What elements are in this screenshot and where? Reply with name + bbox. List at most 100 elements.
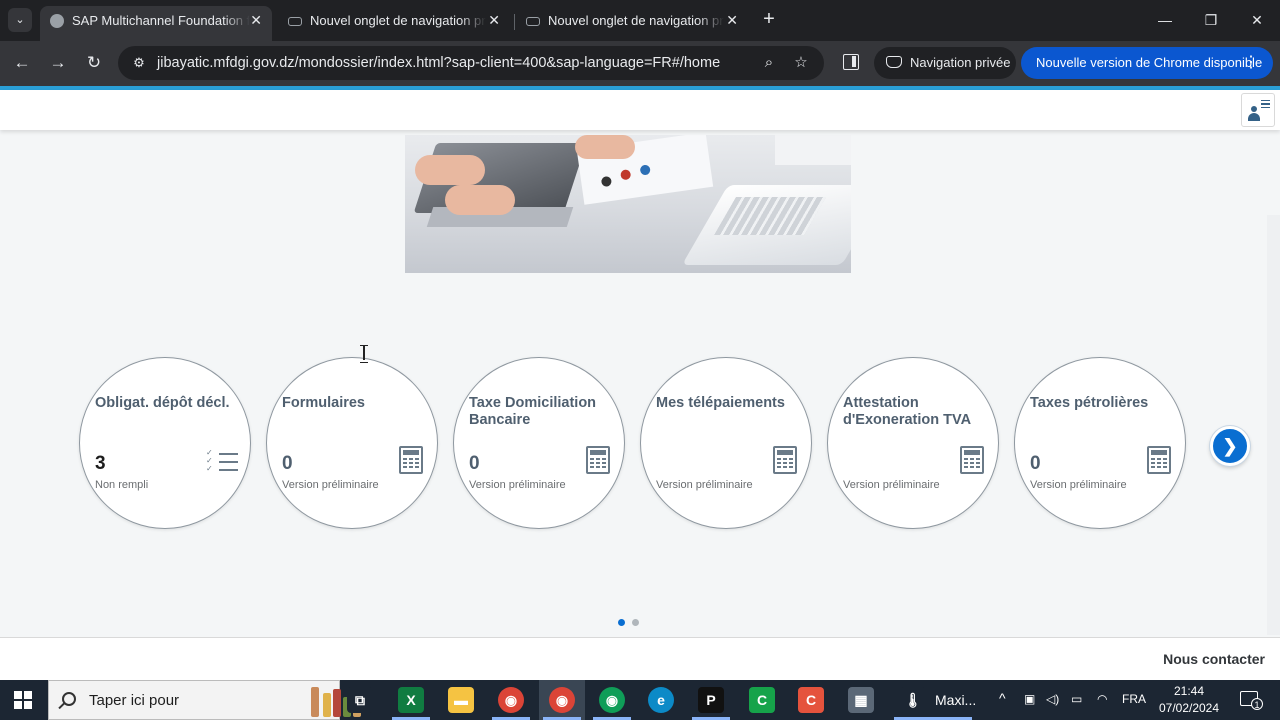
tile-taxe-domiciliation[interactable]: Taxe Domiciliation Bancaire 0 Version pr… bbox=[453, 357, 625, 529]
tile-subtitle: Version préliminaire bbox=[469, 479, 566, 491]
url-text[interactable]: jibayatic.mfdgi.gov.dz/mondossier/index.… bbox=[157, 46, 720, 80]
battery-icon[interactable]: ▭ bbox=[1071, 692, 1082, 706]
restore-icon[interactable]: ❐ bbox=[1196, 8, 1226, 32]
tab-incognito-2[interactable]: Nouvel onglet de navigation pr ✕ bbox=[516, 6, 748, 41]
tile-telepaiements[interactable]: Mes télépaiements Version préliminaire bbox=[640, 357, 812, 529]
contact-link[interactable]: Nous contacter bbox=[1163, 651, 1265, 667]
taskbar-search-box[interactable]: Taper ici pour bbox=[48, 680, 361, 720]
page-footer: Nous contacter bbox=[0, 637, 1280, 680]
tile-subtitle: Version préliminaire bbox=[656, 479, 753, 491]
camtasia-icon[interactable]: C bbox=[749, 687, 775, 713]
incognito-icon bbox=[526, 17, 540, 26]
tile-taxes-petrolieres[interactable]: Taxes pétrolières 0 Version préliminaire bbox=[1014, 357, 1186, 529]
taskbar-search-placeholder: Taper ici pour bbox=[89, 692, 180, 709]
search-icon bbox=[62, 692, 76, 706]
taskbar-clock[interactable]: 21:44 07/02/2024 bbox=[1152, 683, 1226, 717]
user-icon bbox=[1251, 106, 1257, 112]
tray-overflow-icon[interactable]: ^ bbox=[999, 690, 1006, 706]
text-cursor-icon bbox=[359, 345, 369, 363]
clock-date: 07/02/2024 bbox=[1158, 701, 1220, 715]
language-indicator[interactable]: FRA bbox=[1122, 692, 1146, 706]
carousel-page-dot[interactable] bbox=[618, 619, 625, 626]
minimize-icon[interactable]: — bbox=[1150, 8, 1180, 32]
excel-icon[interactable]: X bbox=[398, 687, 424, 713]
pycharm-icon[interactable]: P bbox=[698, 687, 724, 713]
thermometer-icon[interactable]: 🌡 bbox=[900, 687, 926, 713]
side-panel-icon[interactable] bbox=[843, 54, 859, 70]
tile-count: 0 bbox=[1030, 453, 1041, 474]
browser-toolbar: ← → ↻ ⚙ jibayatic.mfdgi.gov.dz/mondossie… bbox=[0, 41, 1280, 86]
wifi-icon[interactable]: ◠ bbox=[1097, 692, 1107, 706]
tile-title: Attestation d'Exoneration TVA bbox=[843, 395, 972, 428]
zoom-icon[interactable]: ⌕ bbox=[758, 53, 780, 73]
address-bar[interactable]: ⚙ jibayatic.mfdgi.gov.dz/mondossier/inde… bbox=[118, 46, 824, 80]
globe-icon bbox=[50, 14, 64, 28]
tile-formulaires[interactable]: Formulaires 0 Version préliminaire bbox=[266, 357, 438, 529]
tab-close-icon[interactable]: ✕ bbox=[726, 6, 738, 35]
windows-taskbar: Taper ici pour ⧉ X ▬ ◉ ◉ ◉ e P C C ▦ 🌡 Maxi... ^ ▣ ◁… bbox=[0, 680, 1280, 720]
notification-icon[interactable]: 1 bbox=[1240, 691, 1263, 710]
banner-hand bbox=[415, 155, 485, 185]
user-icon-body bbox=[1248, 113, 1260, 121]
banner-hand bbox=[445, 185, 515, 215]
tile-attestation-tva[interactable]: Attestation d'Exoneration TVA Version pr… bbox=[827, 357, 999, 529]
incognito-label: Navigation privée bbox=[910, 55, 1011, 70]
chrome-2-icon[interactable]: ◉ bbox=[599, 687, 625, 713]
home-content: Obligat. dépôt décl. 3 Non rempli Formul… bbox=[0, 130, 1280, 637]
forward-icon[interactable]: → bbox=[45, 50, 71, 76]
tab-search-icon[interactable]: ⌄ bbox=[8, 8, 32, 32]
volume-icon[interactable]: ◁) bbox=[1046, 692, 1059, 706]
tab-title: Nouvel onglet de navigation pr bbox=[310, 13, 486, 28]
carousel-page-dot[interactable] bbox=[632, 619, 639, 626]
calculator-icon[interactable]: ▦ bbox=[848, 687, 874, 713]
notification-count: 1 bbox=[1251, 698, 1263, 710]
form-icon bbox=[960, 446, 984, 474]
meet-icon[interactable]: ▣ bbox=[1024, 692, 1035, 706]
tile-subtitle: Non rempli bbox=[95, 479, 149, 491]
tile-count: 0 bbox=[282, 453, 293, 474]
tile-count: 3 bbox=[95, 453, 106, 474]
chrome-profile-icon[interactable]: ◉ bbox=[549, 687, 575, 713]
tab-close-icon[interactable]: ✕ bbox=[488, 6, 500, 35]
banner-sleeve bbox=[775, 135, 851, 165]
tile-obligations-depot[interactable]: Obligat. dépôt décl. 3 Non rempli bbox=[79, 357, 251, 529]
file-explorer-icon[interactable]: ▬ bbox=[448, 687, 474, 713]
sap-shell-bar bbox=[0, 90, 1280, 130]
user-menu-button[interactable] bbox=[1241, 93, 1275, 127]
update-label: Nouvelle version de Chrome disponible bbox=[1036, 55, 1263, 70]
back-icon[interactable]: ← bbox=[9, 50, 35, 76]
page-scrollbar[interactable] bbox=[1267, 215, 1280, 635]
reload-icon[interactable]: ↻ bbox=[81, 50, 107, 76]
form-icon bbox=[1147, 446, 1171, 474]
new-tab-button[interactable]: + bbox=[758, 8, 780, 32]
banner-hand bbox=[575, 135, 635, 159]
taskbar-app-label[interactable]: Maxi... bbox=[935, 692, 976, 708]
more-menu-icon[interactable]: ⋮ bbox=[1243, 47, 1259, 79]
form-icon bbox=[586, 446, 610, 474]
windows-start-icon[interactable] bbox=[14, 691, 32, 709]
tile-count: 0 bbox=[469, 453, 480, 474]
tab-incognito-1[interactable]: Nouvel onglet de navigation pr ✕ bbox=[278, 6, 510, 41]
menu-lines-icon bbox=[1261, 100, 1270, 108]
tab-separator bbox=[514, 14, 515, 30]
tile-subtitle: Version préliminaire bbox=[1030, 479, 1127, 491]
form-icon bbox=[773, 446, 797, 474]
camtasia-recorder-icon[interactable]: C bbox=[798, 687, 824, 713]
chrome-update-button[interactable]: Nouvelle version de Chrome disponible ⋮ bbox=[1021, 47, 1273, 79]
edge-icon[interactable]: e bbox=[648, 687, 674, 713]
banner-image bbox=[405, 135, 851, 273]
incognito-indicator[interactable]: Navigation privée bbox=[874, 47, 1016, 79]
carousel-next-button[interactable]: ❯ bbox=[1210, 426, 1250, 466]
site-info-icon[interactable]: ⚙ bbox=[130, 54, 148, 72]
task-view-icon[interactable]: ⧉ bbox=[347, 687, 373, 713]
tab-close-icon[interactable]: ✕ bbox=[250, 6, 262, 35]
carousel-pager bbox=[618, 619, 642, 627]
clock-time: 21:44 bbox=[1173, 684, 1205, 698]
checklist-icon bbox=[206, 449, 238, 473]
bookmark-star-icon[interactable]: ☆ bbox=[790, 53, 812, 73]
tab-sap-multichannel[interactable]: SAP Multichannel Foundation f ✕ bbox=[40, 6, 272, 41]
close-window-icon[interactable]: ✕ bbox=[1242, 8, 1272, 32]
incognito-icon bbox=[886, 56, 902, 68]
chrome-icon[interactable]: ◉ bbox=[498, 687, 524, 713]
tab-title: Nouvel onglet de navigation pr bbox=[548, 13, 724, 28]
